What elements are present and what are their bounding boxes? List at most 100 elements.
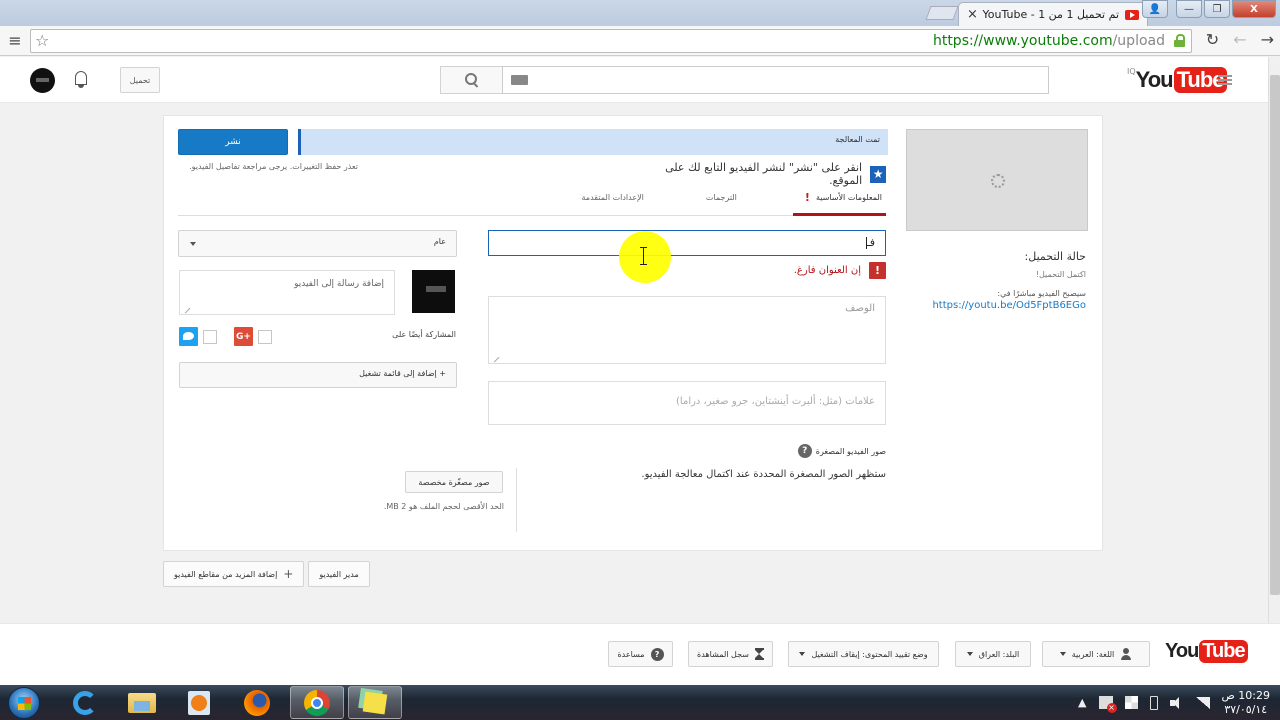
browser-tab[interactable]: تم تحميل 1 من 1 - YouTube × [958,2,1148,26]
logo-you: You [1135,67,1174,92]
upload-tabs: المعلومات الأساسية ! الترجمات الإعدادات … [178,186,886,216]
forward-icon[interactable]: ← [1233,30,1246,49]
status-value: اكتمل التحميل! [1035,270,1086,279]
scrollbar-thumb[interactable] [1270,75,1280,595]
google-plus-checkbox[interactable] [258,329,272,344]
network-signal-icon[interactable] [1195,696,1210,709]
thumbnails-heading-text: صور الفيديو المصغرة [815,446,886,456]
tags-placeholder: علامات (مثل: ألبرت أينشتاين، جرو صغير، د… [676,396,875,407]
battery-icon[interactable] [1149,695,1158,710]
add-to-playlist-button[interactable]: + إضافة إلى قائمة تشغيل [179,362,457,388]
hint-text: انقر على "نشر" لنشر الفيديو التابع لك عل… [665,161,863,187]
search-input[interactable] [502,66,1049,94]
browser-tabstrip: تم تحميل 1 من 1 - YouTube × 👤 — ❐ X [0,0,1280,26]
country-label: البلد: العراق [978,649,1020,659]
video-link[interactable]: https://youtu.be/Od5FptB6EGo [906,300,1086,311]
notifications-bell-icon[interactable] [73,70,89,88]
resize-grip-icon[interactable] [489,352,500,363]
title-error: ! إن العنوان فارغ. [688,262,886,279]
chevron-down-icon [966,652,973,656]
youtube-favicon-icon [1125,9,1139,20]
restricted-label: وضع تقييد المحتوى: إيقاف التشغيل [811,649,928,659]
tab-close-button[interactable]: × [967,7,978,22]
new-tab-button[interactable] [925,6,959,20]
google-plus-icon: G+ [234,327,253,346]
help-icon[interactable]: ? [797,444,812,458]
upload-button[interactable]: تحميل [120,67,160,93]
lock-icon [1174,34,1185,47]
tab-advanced-settings[interactable]: الإعدادات المتقدمة [566,186,660,216]
browser-toolbar: ≡ ☆ https://www.youtube.com/upload ↻ ← → [0,26,1280,56]
loading-spinner-icon [991,174,1005,188]
taskbar-chrome[interactable] [290,686,344,719]
tags-input[interactable]: علامات (مثل: ألبرت أينشتاين، جرو صغير، د… [488,381,886,425]
message-placeholder: إضافة رسالة إلى الفيديو [294,279,384,289]
plus-icon: + [283,567,294,581]
windows-icon[interactable] [1124,696,1138,709]
back-icon[interactable]: → [1261,30,1274,49]
resize-grip-icon[interactable] [180,303,191,314]
url-text: https://www.youtube.com/upload [932,33,1165,49]
tab-translations[interactable]: الترجمات [690,186,753,216]
chrome-menu-icon[interactable]: ≡ [0,31,30,50]
start-button[interactable] [8,687,40,719]
watch-label: سيصبح الفيديو مباشرًا في: [997,289,1086,298]
progress-label: تمت المعالجة [835,135,880,144]
message-textarea[interactable]: إضافة رسالة إلى الفيديو [179,270,395,315]
custom-thumbnail-button[interactable]: صور مصغّرة مخصصة [405,471,503,493]
taskbar-firefox[interactable] [230,686,284,719]
youtube-logo[interactable]: IQ You Tube [1127,67,1227,93]
bookmark-star-icon[interactable]: ☆ [35,31,49,50]
user-profile-button[interactable]: 👤 [1142,0,1168,18]
share-label: المشاركة أيضًا على [392,330,456,339]
taskbar-internet-explorer[interactable] [58,686,112,719]
restricted-mode-button[interactable]: وضع تقييد المحتوى: إيقاف التشغيل [788,641,939,667]
publish-button[interactable]: نشر [178,129,288,155]
guide-menu-icon[interactable] [1218,75,1232,85]
help-label: مساعدة [617,649,645,659]
processing-progress-bar: تمت المعالجة [298,129,888,155]
twitter-checkbox[interactable] [203,329,217,344]
video-preview [906,129,1088,231]
history-button[interactable]: سجل المشاهدة [688,641,773,667]
privacy-value: عام [433,237,446,246]
address-bar[interactable]: ☆ https://www.youtube.com/upload [30,29,1192,53]
show-hidden-icons-icon[interactable]: ▲ [1078,696,1086,709]
max-size-note: الحد الأقصى لحجم الملف هو 2 MB. [383,502,504,511]
search-button[interactable] [440,66,503,94]
thumbnails-note: ستظهر الصور المصغرة المحددة عند اكتمال م… [641,469,886,480]
video-manager-button[interactable]: مدير الفيديو [308,561,370,587]
taskbar-windows-explorer[interactable] [115,686,169,719]
help-icon: ? [650,647,664,661]
keyboard-icon[interactable] [511,75,528,85]
language-button[interactable]: اللغة: العربية [1042,641,1150,667]
action-center-flag-icon[interactable] [1098,696,1117,713]
add-more-videos-button[interactable]: + إضافة المزيد من مقاطع الفيديو [163,561,305,587]
footer-youtube-logo[interactable]: You Tube [1165,640,1248,663]
avatar[interactable] [30,68,55,93]
minimize-button[interactable]: — [1176,0,1202,18]
warning-icon: ! [804,191,810,204]
help-button[interactable]: ? مساعدة [608,641,673,667]
status-label: حالة التحميل: [1024,250,1086,263]
page-scrollbar[interactable] [1268,57,1280,623]
maximize-button[interactable]: ❐ [1204,0,1230,18]
twitter-icon [179,327,198,346]
country-button[interactable]: البلد: العراق [955,641,1031,667]
title-input[interactable]: فـ [488,230,886,256]
close-window-button[interactable]: X [1232,0,1276,18]
upload-status: حالة التحميل: اكتمل التحميل! سيصبح الفيد… [906,250,1086,311]
volume-icon[interactable] [1169,696,1184,709]
taskbar-media-player[interactable] [172,686,226,719]
clock[interactable]: 10:29 ص ٣٧/٠٥/١٤ [1222,689,1271,717]
system-tray: ▲ 10:29 ص ٣٧/٠٥/١٤ [1078,687,1270,718]
privacy-select[interactable]: عام [178,230,457,257]
description-placeholder: الوصف [845,303,875,314]
language-label: اللغة: العربية [1071,649,1115,659]
tab-basic-info[interactable]: المعلومات الأساسية ! [792,186,886,216]
window-controls: 👤 — ❐ X [1142,0,1276,18]
taskbar-sticky-notes[interactable] [348,686,402,719]
description-textarea[interactable]: الوصف [488,296,886,364]
reload-icon[interactable]: ↻ [1206,30,1219,49]
person-icon [1120,648,1132,660]
